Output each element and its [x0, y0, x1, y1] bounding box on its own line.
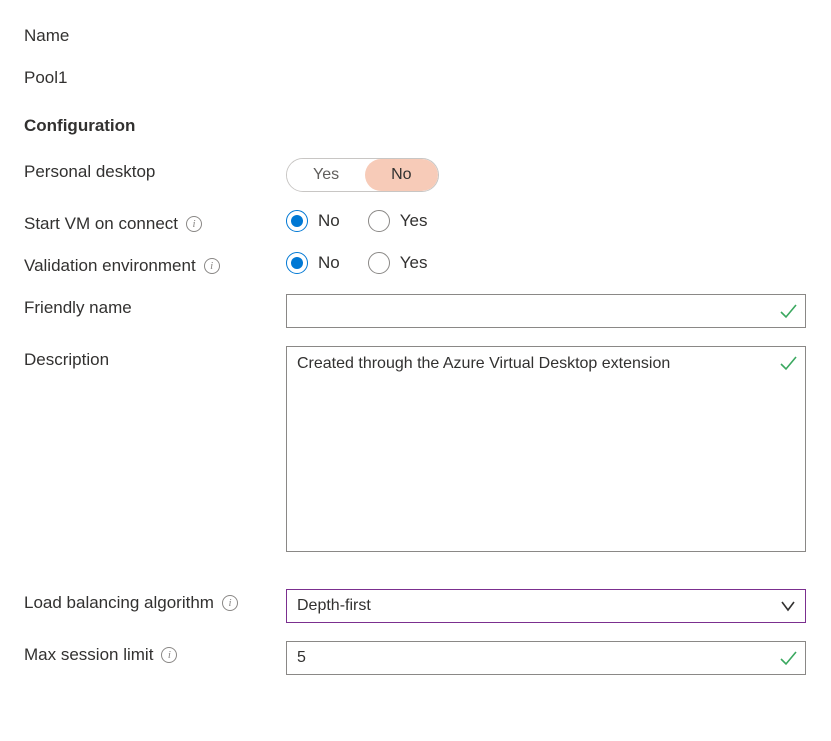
radio-icon [286, 210, 308, 232]
max-session-label: Max session limit [24, 645, 153, 665]
radio-icon [368, 252, 390, 274]
start-vm-no[interactable]: No [286, 210, 340, 232]
personal-desktop-label: Personal desktop [24, 162, 155, 182]
max-session-input[interactable] [286, 641, 806, 675]
personal-desktop-yes[interactable]: Yes [287, 159, 365, 191]
validation-env-radio-group: No Yes [286, 252, 427, 274]
info-icon[interactable]: i [161, 647, 177, 663]
radio-icon [368, 210, 390, 232]
validation-env-yes[interactable]: Yes [368, 252, 428, 274]
name-label: Name [24, 26, 807, 46]
friendly-name-label: Friendly name [24, 298, 132, 318]
radio-label: Yes [400, 211, 428, 231]
friendly-name-input[interactable] [286, 294, 806, 328]
load-balancing-label: Load balancing algorithm [24, 593, 214, 613]
radio-icon [286, 252, 308, 274]
name-value: Pool1 [24, 68, 807, 88]
personal-desktop-toggle[interactable]: Yes No [286, 158, 439, 192]
info-icon[interactable]: i [222, 595, 238, 611]
description-input[interactable] [286, 346, 806, 552]
info-icon[interactable]: i [186, 216, 202, 232]
info-icon[interactable]: i [204, 258, 220, 274]
validation-env-no[interactable]: No [286, 252, 340, 274]
start-vm-label: Start VM on connect [24, 214, 178, 234]
personal-desktop-no[interactable]: No [365, 159, 437, 191]
radio-label: No [318, 211, 340, 231]
radio-label: No [318, 253, 340, 273]
load-balancing-select[interactable] [286, 589, 806, 623]
start-vm-radio-group: No Yes [286, 210, 427, 232]
description-label: Description [24, 350, 109, 370]
radio-label: Yes [400, 253, 428, 273]
validation-env-label: Validation environment [24, 256, 196, 276]
start-vm-yes[interactable]: Yes [368, 210, 428, 232]
configuration-heading: Configuration [24, 116, 807, 136]
